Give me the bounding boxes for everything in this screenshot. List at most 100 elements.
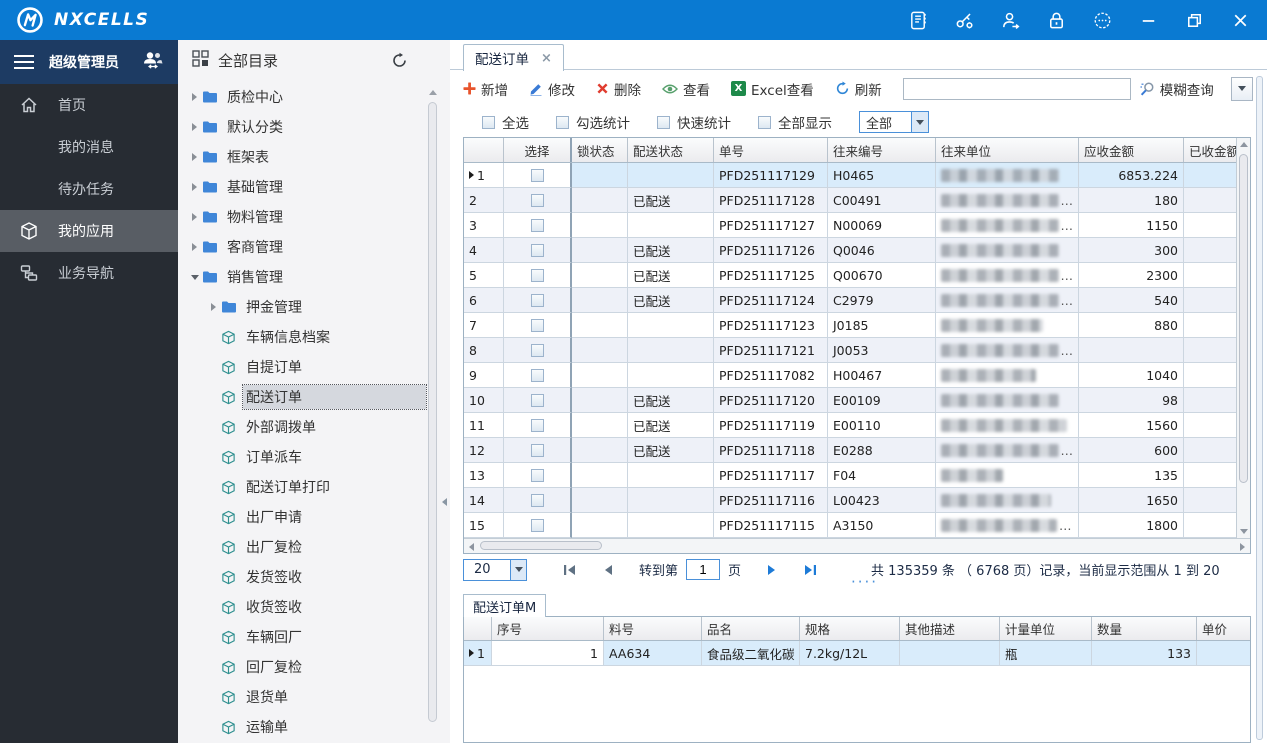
row-checkbox[interactable] <box>530 368 544 382</box>
expander-collapsed-icon[interactable] <box>187 183 202 191</box>
row-checkbox[interactable] <box>530 243 544 257</box>
column-header[interactable]: 单号 <box>714 138 828 162</box>
key-settings-icon[interactable] <box>953 9 975 31</box>
scroll-up-arrow[interactable] <box>1240 142 1248 147</box>
sidebar-item-home[interactable]: 首页 <box>0 84 178 126</box>
tree-refresh-icon[interactable] <box>391 52 408 69</box>
scrollbar-thumb[interactable] <box>428 102 437 722</box>
checkbox-icon[interactable] <box>657 115 670 129</box>
next-page-button[interactable] <box>767 564 777 576</box>
column-header[interactable]: 应收金额 <box>1079 138 1184 162</box>
table-row[interactable]: 3 PFD251117127 N00069 … 1150 <box>464 213 1236 238</box>
column-header[interactable]: 品名 <box>702 617 800 640</box>
scrollbar-thumb[interactable] <box>480 541 602 550</box>
splitter[interactable]: ···· <box>463 575 1267 592</box>
row-checkbox[interactable] <box>530 518 544 532</box>
checked-stats-checkbox[interactable]: 勾选统计 <box>556 112 630 132</box>
switch-role-icon[interactable] <box>141 50 165 74</box>
table-row[interactable]: 4 已配送 PFD251117126 Q0046 300 <box>464 238 1236 263</box>
expander-collapsed-icon[interactable] <box>187 243 202 251</box>
expander-collapsed-icon[interactable] <box>187 93 202 101</box>
tree-scrollbar[interactable] <box>428 90 437 738</box>
tree-item[interactable]: 退货单 <box>178 682 450 712</box>
panel-collapse-icon[interactable] <box>442 498 447 506</box>
row-checkbox[interactable] <box>530 443 544 457</box>
expander-expanded-icon[interactable] <box>187 274 202 280</box>
tree-item[interactable]: 出厂申请 <box>178 502 450 532</box>
splitter-grip-icon[interactable]: ···· <box>851 575 878 590</box>
hamburger-icon[interactable] <box>13 54 35 70</box>
tree-item[interactable]: 外部调拨单 <box>178 412 450 442</box>
refresh-button[interactable]: 刷新 <box>835 79 882 99</box>
table-row[interactable]: 2 已配送 PFD251117128 C00491 … 180 <box>464 188 1236 213</box>
tree-item[interactable]: 车辆信息档案 <box>178 322 450 352</box>
row-checkbox[interactable] <box>530 293 544 307</box>
table-row[interactable]: 10 已配送 PFD251117120 E00109 98 <box>464 388 1236 413</box>
page-number-input[interactable] <box>686 559 721 580</box>
column-header[interactable]: 其他描述 <box>900 617 1000 640</box>
row-checkbox[interactable] <box>530 218 544 232</box>
tree-item[interactable]: 收货签收 <box>178 592 450 622</box>
tree-item[interactable]: 出厂复检 <box>178 532 450 562</box>
row-checkbox[interactable] <box>530 493 544 507</box>
delete-button[interactable]: 删除 <box>596 79 641 99</box>
table-row[interactable]: 7 PFD251117123 J0185 880 <box>464 313 1236 338</box>
minimize-icon[interactable] <box>1137 9 1159 31</box>
column-header[interactable]: 已收金额 <box>1184 138 1236 162</box>
column-header[interactable]: 往来编号 <box>828 138 936 162</box>
expander-collapsed-icon[interactable] <box>206 303 221 311</box>
add-button[interactable]: 新增 <box>463 79 508 99</box>
tree-item[interactable]: 配送订单 <box>178 382 450 412</box>
tree-item[interactable]: 销售管理 <box>178 262 450 292</box>
scroll-up-arrow[interactable] <box>429 90 437 95</box>
prev-page-button[interactable] <box>603 564 613 576</box>
first-page-button[interactable] <box>563 564 577 576</box>
row-checkbox[interactable] <box>530 393 544 407</box>
scroll-right-arrow[interactable] <box>1240 543 1245 551</box>
horizontal-scrollbar[interactable] <box>464 538 1250 553</box>
switch-user-icon[interactable] <box>999 9 1021 31</box>
checkbox-icon[interactable] <box>556 115 569 129</box>
row-checkbox[interactable] <box>530 268 544 282</box>
tree-item[interactable]: 回厂复检 <box>178 652 450 682</box>
scope-select[interactable]: 全部 <box>859 111 929 133</box>
toolbar-dropdown-button[interactable] <box>1231 76 1253 101</box>
column-header[interactable]: 往来单位 <box>936 138 1079 162</box>
table-row[interactable]: 13 PFD251117117 F04 135 <box>464 463 1236 488</box>
table-row[interactable]: 11 已配送 PFD251117119 E00110 1560 <box>464 413 1236 438</box>
show-all-checkbox[interactable]: 全部显示 <box>758 112 832 132</box>
sidebar-item-business-nav[interactable]: 业务导航 <box>0 252 178 294</box>
table-row[interactable]: 1 PFD251117129 H0465 6853.224 <box>464 163 1236 188</box>
tree-item[interactable]: 押金管理 <box>178 292 450 322</box>
tree-item[interactable]: 发货签收 <box>178 562 450 592</box>
checkbox-icon[interactable] <box>758 115 771 129</box>
column-header[interactable]: 料号 <box>604 617 702 640</box>
row-checkbox[interactable] <box>530 193 544 207</box>
tree-item[interactable]: 运输单 <box>178 712 450 742</box>
tree-item[interactable]: 物料管理 <box>178 202 450 232</box>
tree-item[interactable]: 默认分类 <box>178 112 450 142</box>
column-header[interactable]: 锁状态 <box>572 138 628 162</box>
row-checkbox[interactable] <box>530 318 544 332</box>
view-button[interactable]: 查看 <box>662 79 710 99</box>
excel-view-button[interactable]: X Excel查看 <box>731 79 814 99</box>
journal-icon[interactable] <box>907 9 929 31</box>
tree-item[interactable]: 车辆回厂 <box>178 622 450 652</box>
tree-item[interactable]: 客商管理 <box>178 232 450 262</box>
tab-close-icon[interactable]: × <box>541 52 552 65</box>
last-page-button[interactable] <box>803 564 817 576</box>
fuzzy-search-button[interactable]: 模糊查询 <box>1139 79 1214 99</box>
select-all-checkbox[interactable]: 全选 <box>482 112 529 132</box>
column-header[interactable]: 配送状态 <box>628 138 714 162</box>
table-row[interactable]: 14 PFD251117116 L00423 1650 <box>464 488 1236 513</box>
table-row[interactable]: 5 已配送 PFD251117125 Q00670 … 2300 <box>464 263 1236 288</box>
row-checkbox[interactable] <box>530 468 544 482</box>
column-header[interactable]: 序号 <box>492 617 604 640</box>
more-icon[interactable] <box>1091 9 1113 31</box>
right-panel-splitter[interactable] <box>1256 76 1263 740</box>
close-icon[interactable] <box>1229 9 1251 31</box>
sidebar-item-messages[interactable]: 我的消息 <box>0 126 178 168</box>
column-header[interactable]: 选择 <box>504 138 572 162</box>
column-header[interactable]: 数量 <box>1092 617 1197 640</box>
tab-detail-lines[interactable]: 配送订单M <box>463 594 547 617</box>
